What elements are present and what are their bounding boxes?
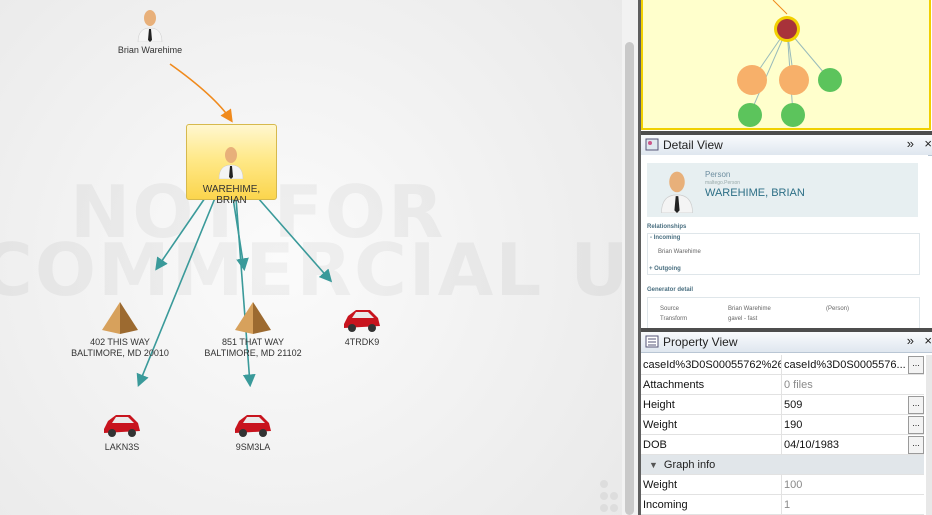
property-value: 0 files [781, 374, 924, 395]
relationships-box: - Incoming Brian Warehime [647, 233, 920, 275]
incoming-item[interactable]: Brian Warehime [658, 249, 701, 255]
overview-mini-graph [737, 0, 842, 127]
node-label: WAREHIME, BRIAN [202, 184, 261, 206]
car-icon [344, 310, 380, 332]
edit-button[interactable]: ... [908, 356, 924, 374]
edge-to-address1 [155, 197, 206, 271]
property-row[interactable]: Weight 190... [641, 414, 924, 435]
property-value[interactable]: 04/10/1983... [781, 434, 924, 455]
node-address-2[interactable]: 851 THAT WAY BALTIMORE, MD 21102 [191, 302, 315, 359]
property-view-icon [645, 335, 659, 348]
property-view-header[interactable]: Property View » × [641, 332, 932, 353]
edge-incoming [169, 63, 233, 123]
source-type: (Person) [826, 306, 850, 312]
node-label-line2: BALTIMORE, MD 21102 [204, 348, 302, 358]
property-key: DOB [641, 434, 782, 455]
property-value[interactable]: 190... [781, 414, 924, 435]
graph-canvas[interactable]: NOT FOR COMMERCIAL USE Brian Warehime [0, 0, 622, 515]
node-label: Brian Warehime [117, 45, 183, 55]
node-vehicle-2[interactable]: LAKN3S [92, 411, 152, 453]
node-address-1[interactable]: 402 THIS WAY BALTIMORE, MD 20010 [58, 302, 182, 359]
property-value: 1 [781, 494, 924, 515]
entity-subtype: maltego.Person [705, 180, 741, 186]
expand-icon[interactable]: » [907, 333, 914, 348]
close-icon[interactable]: × [924, 333, 932, 348]
transform-value: gavel - fast [728, 316, 758, 322]
person-icon [218, 147, 244, 179]
node-label: 4TRDK9 [344, 337, 380, 347]
edit-button[interactable]: ... [908, 416, 924, 434]
property-table: caseId%3D0S00055762%26 caseId%3D0S000557… [641, 355, 924, 515]
detail-view-body: Person maltego.Person WAREHIME, BRIAN Re… [641, 155, 928, 329]
collapse-icon[interactable]: ▼ [649, 460, 658, 470]
property-value-text: 509 [784, 398, 803, 411]
property-row[interactable]: Weight 100 [641, 474, 924, 495]
property-key: caseId%3D0S00055762%26 [641, 355, 782, 375]
property-value-text: caseId%3D0S0005576... [784, 358, 906, 371]
close-icon[interactable]: × [924, 136, 932, 151]
graph-scrollbar-thumb[interactable] [625, 42, 634, 515]
entity-type: Person [705, 170, 731, 179]
property-value-text: 04/10/1983 [784, 438, 840, 451]
source-value: Brian Warehime [728, 306, 771, 312]
property-key: Weight [641, 474, 782, 495]
source-label: Source [660, 306, 680, 312]
edit-button[interactable]: ... [908, 436, 924, 454]
property-value: 100 [781, 474, 924, 495]
node-vehicle-1[interactable]: 4TRDK9 [332, 306, 392, 348]
transform-label: Transform [660, 316, 688, 322]
property-value[interactable]: 509... [781, 394, 924, 415]
incoming-toggle[interactable]: - Incoming [650, 235, 680, 241]
entity-name: WAREHIME, BRIAN [705, 187, 805, 199]
property-row[interactable]: Attachments 0 files [641, 374, 924, 395]
property-value[interactable]: caseId%3D0S0005576...... [781, 355, 924, 375]
edge-to-vehicle1 [257, 197, 333, 283]
node-selected-person[interactable]: WAREHIME, BRIAN [186, 124, 277, 206]
property-value-text: 190 [784, 418, 803, 431]
property-row[interactable]: caseId%3D0S00055762%26 caseId%3D0S000557… [641, 355, 924, 375]
node-label-line1: 851 THAT WAY [221, 337, 285, 347]
property-row[interactable]: DOB 04/10/1983... [641, 434, 924, 455]
person-icon [661, 171, 693, 213]
generator-heading: Generator detail [647, 287, 694, 293]
car-icon [104, 415, 140, 437]
right-panels: Detail View » × Person maltego.Person WA… [641, 0, 932, 515]
property-group-header[interactable]: ▼ Graph info [641, 454, 924, 475]
property-value-text: 100 [784, 478, 803, 491]
property-row[interactable]: Height 509... [641, 394, 924, 415]
property-key: Attachments [641, 374, 782, 395]
node-person-brian-warehime[interactable]: Brian Warehime [100, 8, 200, 56]
generator-box: Source Brian Warehime (Person) Transform… [647, 297, 920, 329]
edit-button[interactable]: ... [908, 396, 924, 414]
property-scrollbar[interactable] [926, 355, 932, 515]
person-icon [137, 10, 163, 43]
resize-grip-icon[interactable] [596, 476, 620, 512]
car-icon [235, 415, 271, 437]
relationships-heading: Relationships [647, 224, 687, 230]
property-row[interactable]: Incoming 1 [641, 494, 924, 515]
node-label-line1: 402 THIS WAY [90, 337, 150, 347]
property-key: Weight [641, 414, 782, 435]
node-label: 9SM3LA [235, 442, 271, 452]
group-label: Graph info [663, 458, 716, 471]
entity-card: Person maltego.Person WAREHIME, BRIAN [647, 163, 918, 217]
property-key: Height [641, 394, 782, 415]
detail-view-icon [645, 138, 659, 151]
expand-icon[interactable]: » [907, 136, 914, 151]
pyramid-icon [102, 302, 138, 334]
detail-view-header[interactable]: Detail View » × [641, 135, 932, 156]
detail-view-title: Detail View [663, 138, 723, 152]
node-label: LAKN3S [104, 442, 140, 452]
property-value-text: 0 files [784, 378, 813, 391]
property-view-title: Property View [663, 335, 738, 349]
property-value-text: 1 [784, 498, 791, 511]
pyramid-icon [235, 302, 271, 334]
node-vehicle-3[interactable]: 9SM3LA [223, 411, 283, 453]
property-key: Incoming [641, 494, 782, 515]
outgoing-toggle[interactable]: + Outgoing [649, 266, 681, 272]
graph-overview[interactable] [641, 0, 931, 130]
node-label-line2: BALTIMORE, MD 20010 [71, 348, 169, 358]
